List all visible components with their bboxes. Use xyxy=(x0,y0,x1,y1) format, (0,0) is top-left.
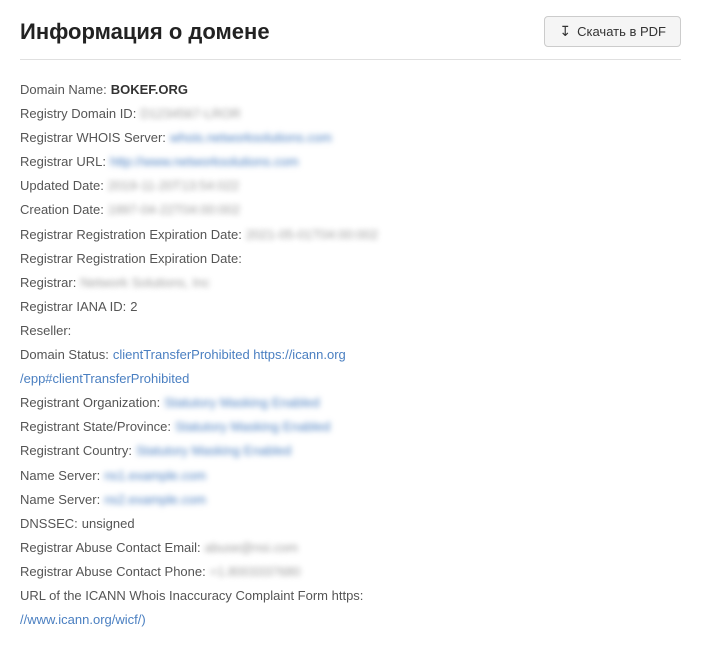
table-row: Registrar WHOIS Server: whois.networksol… xyxy=(20,126,681,150)
updated-date-label: Updated Date: xyxy=(20,175,104,197)
table-row: Name Server: ns2.example.com xyxy=(20,488,681,512)
registry-id-label: Registry Domain ID: xyxy=(20,103,136,125)
registrar-label: Registrar: xyxy=(20,272,76,294)
registrar-whois-value: whois.networksolutions.com xyxy=(170,127,332,149)
domain-status-label: Domain Status: xyxy=(20,344,109,366)
table-row: Registrar Registration Expiration Date: … xyxy=(20,223,681,247)
table-row: Registry Domain ID: D1234567-LROR xyxy=(20,102,681,126)
creation-date-value: 1997-04-22T04:00:002 xyxy=(108,199,240,221)
table-row: Domain Status: clientTransferProhibited … xyxy=(20,343,681,367)
table-row: Registrar Abuse Contact Email: abuse@nsi… xyxy=(20,536,681,560)
name-server2-value: ns2.example.com xyxy=(104,489,206,511)
updated-date-value: 2019-11-20T13:54:022 xyxy=(108,175,239,197)
download-pdf-button[interactable]: ↧ Скачать в PDF xyxy=(544,16,681,47)
table-row: Name Server: ns1.example.com xyxy=(20,464,681,488)
registrant-state-value: Statutory Masking Enabled xyxy=(175,416,330,438)
expiration-date-value1: 2021-05-01T04:00:002 xyxy=(246,224,378,246)
registrant-country-label: Registrant Country: xyxy=(20,440,132,462)
table-row: Registrar Registration Expiration Date: xyxy=(20,247,681,271)
table-row: Registrar URL: http://www.networksolutio… xyxy=(20,150,681,174)
abuse-phone-value: +1.8003337680 xyxy=(210,561,301,583)
abuse-email-label: Registrar Abuse Contact Email: xyxy=(20,537,201,559)
table-row: //www.icann.org/wicf/) xyxy=(20,608,681,632)
table-row: Registrant Country: Statutory Masking En… xyxy=(20,439,681,463)
name-server1-value: ns1.example.com xyxy=(104,465,206,487)
table-row: Reseller: xyxy=(20,319,681,343)
download-button-label: Скачать в PDF xyxy=(577,24,666,39)
table-row: Updated Date: 2019-11-20T13:54:022 xyxy=(20,174,681,198)
table-row: DNSSEC: unsigned xyxy=(20,512,681,536)
iana-value: 2 xyxy=(130,296,137,318)
table-row: Domain Name: BOKEF.ORG xyxy=(20,78,681,102)
table-row: Registrant Organization: Statutory Maski… xyxy=(20,391,681,415)
registrant-org-label: Registrant Organization: xyxy=(20,392,160,414)
registrant-state-label: Registrant State/Province: xyxy=(20,416,171,438)
registry-id-value: D1234567-LROR xyxy=(140,103,240,125)
table-row: Registrar IANA ID: 2 xyxy=(20,295,681,319)
domain-status-value: clientTransferProhibited https://icann.o… xyxy=(113,344,346,366)
dnssec-label: DNSSEC: xyxy=(20,513,78,535)
domain-name-value: BOKEF.ORG xyxy=(111,79,188,101)
domain-status-value2: /epp#clientTransferProhibited xyxy=(20,368,189,390)
registrar-url-value: http://www.networksolutions.com xyxy=(110,151,299,173)
abuse-email-value: abuse@nsi.com xyxy=(205,537,298,559)
table-row: Creation Date: 1997-04-22T04:00:002 xyxy=(20,198,681,222)
page-title: Информация о домене xyxy=(20,19,270,45)
table-row: Registrar Abuse Contact Phone: +1.800333… xyxy=(20,560,681,584)
reseller-label: Reseller: xyxy=(20,320,71,342)
expiration-date-label2: Registrar Registration Expiration Date: xyxy=(20,248,242,270)
icann-value: //www.icann.org/wicf/) xyxy=(20,609,146,631)
download-icon: ↧ xyxy=(559,23,571,40)
name-server2-label: Name Server: xyxy=(20,489,100,511)
name-server1-label: Name Server: xyxy=(20,465,100,487)
registrant-org-value: Statutory Masking Enabled xyxy=(164,392,319,414)
dnssec-value: unsigned xyxy=(82,513,135,535)
iana-label: Registrar IANA ID: xyxy=(20,296,126,318)
table-row: Registrar: Network Solutions, Inc xyxy=(20,271,681,295)
registrar-url-label: Registrar URL: xyxy=(20,151,106,173)
table-row: Registrant State/Province: Statutory Mas… xyxy=(20,415,681,439)
creation-date-label: Creation Date: xyxy=(20,199,104,221)
table-row: /epp#clientTransferProhibited xyxy=(20,367,681,391)
expiration-date-label1: Registrar Registration Expiration Date: xyxy=(20,224,242,246)
registrar-whois-label: Registrar WHOIS Server: xyxy=(20,127,166,149)
abuse-phone-label: Registrar Abuse Contact Phone: xyxy=(20,561,206,583)
table-row: URL of the ICANN Whois Inaccuracy Compla… xyxy=(20,584,681,608)
registrar-value: Network Solutions, Inc xyxy=(80,272,209,294)
whois-info: Domain Name: BOKEF.ORG Registry Domain I… xyxy=(20,78,681,632)
domain-name-label: Domain Name: xyxy=(20,79,107,101)
registrant-country-value: Statutory Masking Enabled xyxy=(136,440,291,462)
icann-label: URL of the ICANN Whois Inaccuracy Compla… xyxy=(20,585,363,607)
